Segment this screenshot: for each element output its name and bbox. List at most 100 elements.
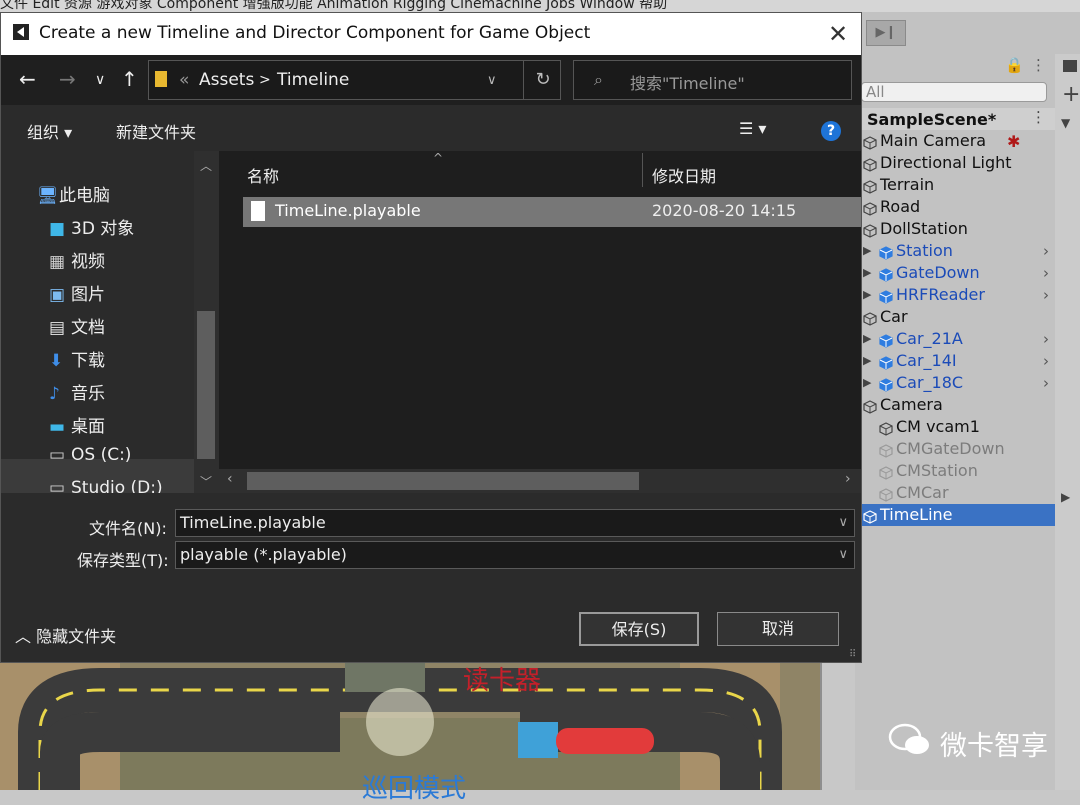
file-row[interactable]: TimeLine.playable 2020-08-20 14:15 <box>243 197 861 227</box>
hierarchy-item[interactable]: TimeLine <box>855 504 1055 526</box>
refresh-icon[interactable]: ↻ <box>523 60 562 100</box>
nav-item-downloads[interactable]: ⬇ 下载 <box>49 346 105 371</box>
chevron-down-icon[interactable]: ∨ <box>838 510 848 536</box>
dialog-title-bar[interactable]: Create a new Timeline and Director Compo… <box>1 13 861 55</box>
prefab-cube-icon <box>879 376 893 392</box>
hierarchy-item[interactable]: ▶ Station › <box>855 240 1055 262</box>
new-folder-button[interactable]: 新建文件夹 <box>116 119 196 143</box>
hierarchy-item[interactable]: Road <box>855 196 1055 218</box>
hierarchy-item[interactable]: Directional Light <box>855 152 1055 174</box>
column-date[interactable]: 修改日期 <box>652 163 716 187</box>
hierarchy-item[interactable]: ▶ GateDown › <box>855 262 1055 284</box>
expand-arrow-icon[interactable]: ▶ <box>863 240 871 262</box>
nav-scrollbar[interactable]: ︿ ﹀ <box>194 151 219 493</box>
hierarchy-item-label: Directional Light <box>880 153 1012 172</box>
hierarchy-item[interactable]: Main Camera ✱ <box>855 130 1055 152</box>
nav-item-3d-objects[interactable]: ■ 3D 对象 <box>49 214 134 239</box>
column-name[interactable]: 名称 <box>247 163 279 187</box>
hide-folders-button[interactable]: ︿ 隐藏文件夹 <box>15 623 116 647</box>
nav-item-music[interactable]: ♪ 音乐 <box>49 379 105 404</box>
filetype-select[interactable]: playable (*.playable) ∨ <box>175 541 855 569</box>
unity-menubar[interactable]: 文件 Edit 资源 游戏对象 Component 增强版功能 Animatio… <box>0 0 1080 12</box>
dropdown-icon[interactable]: ▼ <box>1061 116 1070 130</box>
hierarchy-item[interactable]: ▶ HRFReader › <box>855 284 1055 306</box>
open-prefab-chevron-icon[interactable]: › <box>1043 240 1049 262</box>
prefab-cube-icon <box>879 266 893 282</box>
hierarchy-item[interactable]: DollStation <box>855 218 1055 240</box>
gameobject-cube-icon <box>863 398 877 414</box>
chevron-down-icon[interactable]: ∨ <box>838 542 848 568</box>
expand-arrow-icon[interactable]: ▶ <box>863 262 871 284</box>
horizontal-scroll-thumb[interactable] <box>247 472 639 490</box>
hierarchy-item-label: TimeLine <box>880 505 953 524</box>
resize-grip-icon[interactable]: ⠿ <box>849 649 856 660</box>
hierarchy-item[interactable]: Camera <box>855 394 1055 416</box>
hierarchy-item[interactable]: CMGateDown <box>855 438 1055 460</box>
filename-input[interactable]: TimeLine.playable ∨ <box>175 509 855 537</box>
cancel-button[interactable]: 取消 <box>717 612 839 646</box>
organize-button[interactable]: 组织 ▾ <box>27 119 72 143</box>
back-icon[interactable]: ← <box>19 67 36 91</box>
gameobject-cube-icon <box>863 222 877 238</box>
scene-menu-icon[interactable]: ⋮ <box>1031 108 1046 126</box>
hierarchy-item[interactable]: CMCar <box>855 482 1055 504</box>
scroll-up-icon[interactable]: ︿ <box>200 157 212 174</box>
column-divider[interactable] <box>642 153 643 187</box>
inspector-strip: + ▼ ▶ <box>1055 54 1080 790</box>
open-prefab-chevron-icon[interactable]: › <box>1043 262 1049 284</box>
nav-item-documents[interactable]: ▤ 文档 <box>49 313 105 338</box>
open-prefab-chevron-icon[interactable]: › <box>1043 350 1049 372</box>
menubar-text: 文件 Edit 资源 游戏对象 Component 增强版功能 Animatio… <box>0 0 668 12</box>
scroll-left-icon[interactable]: ‹ <box>227 471 233 487</box>
expand-arrow-icon[interactable]: ▶ <box>863 284 871 306</box>
help-button[interactable]: ? <box>821 121 841 141</box>
hierarchy-item[interactable]: Terrain <box>855 174 1055 196</box>
expand-icon[interactable]: ▶ <box>1061 490 1070 504</box>
hierarchy-search-input[interactable]: All <box>861 82 1047 102</box>
breadcrumb-arrow: > <box>259 72 271 88</box>
address-dropdown-icon[interactable]: ∨ <box>487 73 497 88</box>
open-prefab-chevron-icon[interactable]: › <box>1043 284 1049 306</box>
save-button[interactable]: 保存(S) <box>579 612 699 646</box>
search-input[interactable]: ⌕ 搜索"Timeline" <box>573 60 852 100</box>
expand-arrow-icon[interactable]: ▶ <box>863 328 871 350</box>
hierarchy-item[interactable]: ▶ Car_18C › <box>855 372 1055 394</box>
address-bar[interactable]: « Assets > Timeline ∨ <box>148 60 561 100</box>
hierarchy-item-label: Car_18C <box>896 373 964 392</box>
address-overflow[interactable]: « <box>179 70 189 90</box>
hierarchy-item[interactable]: ▶ Car_14I › <box>855 350 1055 372</box>
view-options-icon[interactable]: ☰ ▾ <box>739 119 766 138</box>
hierarchy-item[interactable]: Car <box>855 306 1055 328</box>
nav-item-pictures[interactable]: ▣ 图片 <box>49 280 105 305</box>
scroll-right-icon[interactable]: › <box>845 471 851 487</box>
nav-scroll-thumb[interactable] <box>197 311 215 459</box>
expand-arrow-icon[interactable]: ▶ <box>863 372 871 394</box>
hierarchy-item[interactable]: CM vcam1 <box>855 416 1055 438</box>
recent-dropdown-icon[interactable]: ∨ <box>95 72 105 88</box>
breadcrumb-assets[interactable]: Assets <box>199 70 254 90</box>
menu-dots-icon[interactable]: ⋮ <box>1031 56 1046 74</box>
open-prefab-chevron-icon[interactable]: › <box>1043 328 1049 350</box>
hierarchy-item[interactable]: ▶ Car_21A › <box>855 328 1055 350</box>
nav-item-this-pc[interactable]: 🖥此电脑 <box>37 181 110 206</box>
close-button[interactable]: ✕ <box>823 19 853 49</box>
step-button[interactable]: ▶❙ <box>866 20 906 46</box>
hierarchy-item[interactable]: CMStation <box>855 460 1055 482</box>
gameobject-cube-icon <box>863 178 877 194</box>
expand-arrow-icon[interactable]: ▶ <box>863 350 871 372</box>
up-icon[interactable]: ↑ <box>121 67 138 91</box>
add-icon[interactable]: + <box>1062 82 1080 107</box>
nav-item-desktop[interactable]: ▬ 桌面 <box>49 412 105 437</box>
prefab-cube-icon <box>879 332 893 348</box>
scene-row[interactable]: SampleScene* ⋮ <box>855 108 1055 130</box>
nav-item-videos[interactable]: ▦ 视频 <box>49 247 105 272</box>
forward-icon[interactable]: → <box>59 67 76 91</box>
nav-item-os-c-drive[interactable]: ▭ OS (C:) <box>49 445 131 465</box>
desktop-icon: ▬ <box>49 417 66 437</box>
lock-icon[interactable]: 🔒 <box>1005 56 1024 74</box>
horizontal-scrollbar[interactable]: ‹ › <box>219 469 861 493</box>
scroll-down-icon[interactable]: ﹀ <box>200 473 212 490</box>
open-prefab-chevron-icon[interactable]: › <box>1043 372 1049 394</box>
breadcrumb-timeline[interactable]: Timeline <box>277 70 349 90</box>
folder-icon[interactable] <box>1063 60 1077 72</box>
